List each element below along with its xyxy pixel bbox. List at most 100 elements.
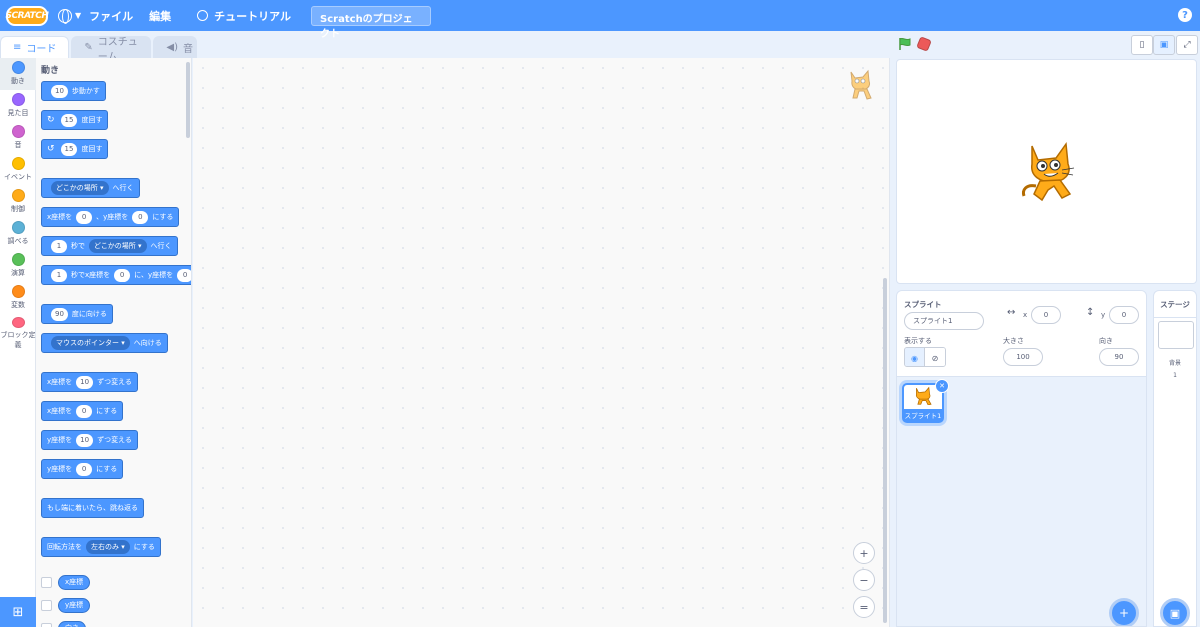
block-set-y[interactable]: y座標を 0 にする: [41, 459, 124, 479]
edit-menu[interactable]: 編集: [141, 0, 179, 31]
reporter-x-position[interactable]: x座標: [58, 574, 91, 590]
reporter-checkbox[interactable]: [41, 599, 52, 611]
sprite-panel: スプライト スプライト1 ↔ x 0 ↕ y 0 表示する ◉ ⊘ 大きさ 10…: [896, 290, 1147, 627]
sprite-name-input[interactable]: スプライト1: [904, 312, 984, 330]
category-sound[interactable]: 音: [0, 122, 36, 154]
block-input[interactable]: 0: [76, 210, 93, 224]
y-position-input[interactable]: 0: [1109, 306, 1139, 324]
stage-selector[interactable]: ステージ 背景 1 ▣: [1153, 290, 1197, 627]
block-input[interactable]: 0: [114, 268, 131, 282]
scratch-logo[interactable]: SCRATCH: [6, 5, 49, 26]
category-sensing[interactable]: 調べる: [0, 218, 36, 250]
fullscreen-button[interactable]: ⤢: [1176, 35, 1198, 55]
delete-sprite-button[interactable]: ✕: [935, 379, 949, 393]
block-input[interactable]: 15: [60, 113, 78, 127]
add-sprite-button[interactable]: +: [1109, 598, 1139, 626]
block-input[interactable]: 10: [51, 84, 68, 98]
block-bounce[interactable]: もし端に着いたら、跳ね返る: [41, 498, 144, 518]
palette-scrollbar[interactable]: [186, 62, 190, 138]
size-input[interactable]: 100: [1003, 348, 1043, 366]
x-label: x: [1023, 311, 1028, 319]
large-stage-button[interactable]: ▣: [1153, 35, 1175, 55]
category-operators[interactable]: 演算: [0, 250, 36, 282]
backdrops-label: 背景: [1168, 360, 1181, 367]
file-menu[interactable]: ファイル: [81, 0, 141, 31]
block-label: にする: [96, 407, 118, 415]
cat-thumbnail-icon: [915, 386, 932, 405]
block-label: 、y座標を: [96, 213, 129, 221]
eye-icon: ◉: [911, 353, 918, 363]
cat-sprite[interactable]: [1018, 138, 1078, 208]
block-change-y[interactable]: y座標を 10 ずつ変える: [41, 430, 138, 450]
block-go-to[interactable]: どこかの場所 ▾ へ行く: [41, 178, 140, 198]
tutorials-menu[interactable]: チュートリアル: [189, 0, 299, 31]
block-point-towards[interactable]: マウスのポインター ▾ へ向ける: [41, 333, 168, 353]
category-my-blocks[interactable]: ブロック定義: [0, 314, 36, 350]
block-input[interactable]: 90: [51, 307, 68, 321]
block-dropdown[interactable]: マウスのポインター ▾: [51, 336, 130, 350]
zoom-out-button[interactable]: −: [853, 569, 875, 591]
block-change-x[interactable]: x座標を 10 ずつ変える: [41, 372, 138, 392]
block-input[interactable]: 10: [76, 375, 94, 389]
block-input[interactable]: 0: [132, 210, 149, 224]
category-events-dot: [11, 157, 25, 170]
green-flag-icon[interactable]: [898, 37, 912, 51]
block-turn-right[interactable]: ↻ 15 度回す: [41, 110, 109, 130]
block-input[interactable]: 15: [60, 142, 78, 156]
zoom-reset-button[interactable]: =: [853, 596, 875, 618]
zoom-in-button[interactable]: +: [853, 542, 875, 564]
tab-code[interactable]: ≡ コード: [0, 36, 70, 58]
block-glide-to[interactable]: 1 秒で どこかの場所 ▾ へ行く: [41, 236, 178, 256]
block-dropdown[interactable]: どこかの場所 ▾: [89, 239, 147, 253]
small-stage-button[interactable]: ▯: [1131, 35, 1153, 55]
block-turn-left[interactable]: ↺ 15 度回す: [41, 139, 109, 159]
eye-off-icon: ⊘: [931, 353, 939, 363]
category-motion[interactable]: 動き: [0, 58, 36, 90]
help-icon[interactable]: ?: [1178, 8, 1192, 22]
block-input[interactable]: 0: [177, 268, 191, 282]
block-input[interactable]: 0: [76, 404, 93, 418]
script-area-scrollbar[interactable]: [883, 278, 887, 623]
block-point-direction[interactable]: 90 度に向ける: [41, 304, 113, 324]
stop-icon[interactable]: [916, 36, 932, 52]
tab-costumes[interactable]: ✎ コスチューム: [71, 36, 152, 63]
add-backdrop-button[interactable]: ▣: [1160, 598, 1190, 627]
category-control[interactable]: 制御: [0, 186, 36, 218]
block-label: 度回す: [81, 145, 103, 153]
tab-sounds[interactable]: ◀) 音: [153, 36, 198, 58]
show-sprite-button[interactable]: ◉: [905, 348, 926, 366]
block-label: にする: [96, 465, 118, 473]
hide-sprite-button[interactable]: ⊘: [925, 348, 945, 366]
block-input[interactable]: 1: [51, 268, 67, 282]
block-label: 秒でx座標を: [71, 271, 111, 279]
category-events[interactable]: イベント: [0, 154, 36, 186]
reporter-direction[interactable]: 向き: [58, 620, 86, 627]
block-glide-xy[interactable]: 1 秒でx座標を 0 に、y座標を 0: [41, 265, 191, 285]
block-move-steps[interactable]: 10 歩動かす: [41, 81, 106, 101]
reporter-checkbox[interactable]: [41, 576, 52, 588]
block-set-x[interactable]: x座標を 0 にする: [41, 401, 124, 421]
globe-icon[interactable]: [58, 8, 72, 24]
script-area[interactable]: + − =: [193, 58, 890, 627]
stage[interactable]: [896, 59, 1197, 284]
add-extension-button[interactable]: ⊞: [0, 597, 36, 627]
rotate-right-icon: ↻: [47, 115, 55, 125]
category-variables[interactable]: 変数: [0, 282, 36, 314]
reporter-y-position[interactable]: y座標: [58, 597, 91, 613]
palette-section-title: 動き: [41, 66, 60, 76]
reporter-checkbox[interactable]: [41, 622, 52, 627]
block-dropdown[interactable]: 左右のみ ▾: [86, 540, 130, 554]
block-rotation-style[interactable]: 回転方法を 左右のみ ▾ にする: [41, 537, 161, 557]
project-title-input[interactable]: Scratchのプロジェクト: [311, 5, 432, 40]
stage-thumbnail[interactable]: [1158, 321, 1194, 349]
image-add-icon: ▣: [1169, 606, 1181, 620]
category-looks[interactable]: 見た目: [0, 90, 36, 122]
block-input[interactable]: 1: [51, 239, 67, 253]
direction-input[interactable]: 90: [1099, 348, 1139, 366]
stage-selector-title: ステージ: [1154, 291, 1196, 318]
x-position-input[interactable]: 0: [1031, 306, 1061, 324]
block-input[interactable]: 10: [76, 433, 94, 447]
block-dropdown[interactable]: どこかの場所 ▾: [51, 181, 109, 195]
block-go-to-xy[interactable]: x座標を 0 、y座標を 0 にする: [41, 207, 180, 227]
block-input[interactable]: 0: [76, 462, 93, 476]
